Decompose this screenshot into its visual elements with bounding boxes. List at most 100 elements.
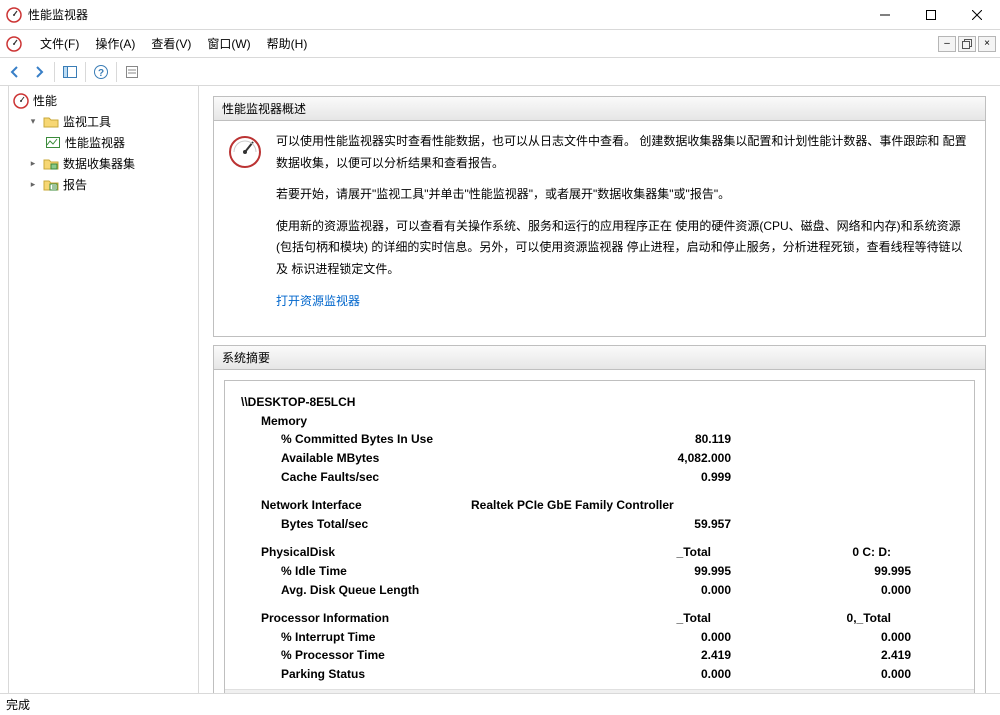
disk-queue-label: Avg. Disk Queue Length	[281, 581, 551, 600]
left-gutter	[0, 86, 9, 693]
title-bar: 性能监视器	[0, 0, 1000, 30]
mem-cache-label: Cache Faults/sec	[281, 468, 551, 487]
close-button[interactable]	[954, 0, 1000, 29]
disk-col-total: _Total	[531, 543, 711, 562]
tree-reports-label: 报告	[63, 176, 87, 193]
status-text: 完成	[6, 696, 30, 713]
proc-park-label: Parking Status	[281, 665, 551, 684]
back-button[interactable]	[4, 61, 26, 83]
mem-avail-value: 4,082.000	[551, 449, 731, 468]
overview-p2: 若要开始，请展开"监视工具"并单击"性能监视器"，或者展开"数据收集器集"或"报…	[276, 184, 971, 206]
proc-intr-label: % Interrupt Time	[281, 628, 551, 647]
scroll-right-button[interactable]: ►	[957, 690, 974, 693]
toolbar-separator	[116, 62, 117, 82]
main-pane: 性能监视器概述 可以使用性能监视器实时查看性能数据，也可以从日志文件中查看。 创…	[199, 86, 1000, 693]
tree-node-collector-sets[interactable]: ▸ 数据收集器集	[9, 153, 198, 174]
minimize-button[interactable]	[862, 0, 908, 29]
disk-queue-v1: 0.000	[551, 581, 731, 600]
host-name: \\DESKTOP-8E5LCH	[241, 393, 355, 412]
proc-time-label: % Processor Time	[281, 646, 551, 665]
collector-icon	[43, 156, 59, 172]
proc-col-inst2: 0,0	[891, 609, 974, 628]
menu-file[interactable]: 文件(F)	[32, 31, 87, 56]
mem-cache-value: 0.999	[551, 468, 731, 487]
proc-park-v2: 0.000	[731, 665, 911, 684]
menu-action[interactable]: 操作(A)	[87, 31, 143, 56]
mdi-close-button[interactable]: ×	[978, 36, 996, 52]
toolbar-separator	[85, 62, 86, 82]
tree-collector-label: 数据收集器集	[63, 155, 135, 172]
net-bytes-value: 59.957	[551, 515, 731, 534]
menu-view[interactable]: 查看(V)	[143, 31, 199, 56]
mdi-controls: ‒ ×	[938, 36, 1000, 52]
maximize-button[interactable]	[908, 0, 954, 29]
proc-col-total: _Total	[531, 609, 711, 628]
expand-icon[interactable]: ▸	[27, 158, 39, 170]
proc-col-inst: 0,_Total	[711, 609, 891, 628]
perf-root-icon	[13, 93, 29, 109]
tree-root-performance[interactable]: 性能	[9, 90, 198, 111]
mdi-restore-button[interactable]	[958, 36, 976, 52]
menu-bar: 文件(F) 操作(A) 查看(V) 窗口(W) 帮助(H) ‒ ×	[0, 30, 1000, 58]
mem-pct-committed-label: % Committed Bytes In Use	[281, 430, 551, 449]
expand-icon[interactable]: ▾	[27, 116, 39, 128]
net-instance: Realtek PCIe GbE Family Controller	[471, 496, 674, 515]
mdi-minimize-button[interactable]: ‒	[938, 36, 956, 52]
tree-node-monitoring-tools[interactable]: ▾ 监视工具	[9, 111, 198, 132]
mem-avail-label: Available MBytes	[281, 449, 551, 468]
menu-window[interactable]: 窗口(W)	[199, 31, 258, 56]
proc-intr-v3: 0.000	[911, 628, 974, 647]
tree-node-reports[interactable]: ▸ 报告	[9, 174, 198, 195]
proc-label: Processor Information	[261, 609, 531, 628]
horizontal-scrollbar[interactable]: ◄ ►	[225, 689, 974, 693]
overview-header: 性能监视器概述	[214, 97, 985, 121]
proc-park-v3: 0.000	[911, 665, 974, 684]
proc-intr-v1: 0.000	[551, 628, 731, 647]
overview-p3: 使用新的资源监视器，可以查看有关操作系统、服务和运行的应用程序正在 使用的硬件资…	[276, 216, 971, 281]
expand-icon[interactable]: ▸	[27, 179, 39, 191]
proc-time-v1: 2.419	[551, 646, 731, 665]
proc-time-v3: 3.199	[911, 646, 974, 665]
menu-help[interactable]: 帮助(H)	[259, 31, 316, 56]
net-bytes-label: Bytes Total/sec	[281, 515, 551, 534]
overview-p1: 可以使用性能监视器实时查看性能数据，也可以从日志文件中查看。 创建数据收集器集以…	[276, 131, 971, 174]
tree-node-perfmon[interactable]: 性能监视器	[9, 132, 198, 153]
properties-button[interactable]	[121, 61, 143, 83]
proc-park-v1: 0.000	[551, 665, 731, 684]
app-icon	[6, 7, 22, 23]
status-bar: 完成	[0, 693, 1000, 715]
show-hide-tree-button[interactable]	[59, 61, 81, 83]
content-area: 性能 ▾ 监视工具 性能监视器 ▸ 数据收集器集 ▸ 报告 性能监视器概述	[0, 86, 1000, 693]
net-label: Network Interface	[261, 496, 471, 515]
console-icon	[6, 36, 22, 52]
disk-idle-label: % Idle Time	[281, 562, 551, 581]
tree-tools-label: 监视工具	[63, 113, 111, 130]
proc-time-v2: 2.419	[731, 646, 911, 665]
summary-header: 系统摘要	[214, 346, 985, 370]
tree-root-label: 性能	[33, 92, 57, 109]
proc-intr-v2: 0.000	[731, 628, 911, 647]
scroll-left-button[interactable]: ◄	[225, 690, 242, 693]
reports-icon	[43, 177, 59, 193]
disk-idle-v1: 99.995	[551, 562, 731, 581]
summary-content: \\DESKTOP-8E5LCH Memory % Committed Byte…	[225, 381, 974, 689]
open-resource-monitor-link[interactable]: 打开资源监视器	[276, 294, 360, 308]
overview-text: 可以使用性能监视器实时查看性能数据，也可以从日志文件中查看。 创建数据收集器集以…	[276, 131, 971, 322]
memory-label: Memory	[261, 412, 307, 431]
forward-button[interactable]	[28, 61, 50, 83]
toolbar: ?	[0, 58, 1000, 86]
perfmon-large-icon	[228, 135, 262, 169]
tree-perfmon-label: 性能监视器	[65, 134, 125, 151]
tree-pane: 性能 ▾ 监视工具 性能监视器 ▸ 数据收集器集 ▸ 报告	[9, 86, 199, 693]
scroll-track[interactable]	[242, 690, 957, 693]
perfmon-icon	[45, 135, 61, 151]
window-title: 性能监视器	[28, 6, 862, 23]
folder-icon	[43, 114, 59, 130]
help-button[interactable]: ?	[90, 61, 112, 83]
disk-queue-v2: 0.000	[731, 581, 911, 600]
svg-text:?: ?	[98, 68, 104, 79]
toolbar-separator	[54, 62, 55, 82]
mem-pct-committed-value: 80.119	[551, 430, 731, 449]
disk-label: PhysicalDisk	[261, 543, 531, 562]
disk-col-inst: 0 C: D:	[711, 543, 891, 562]
